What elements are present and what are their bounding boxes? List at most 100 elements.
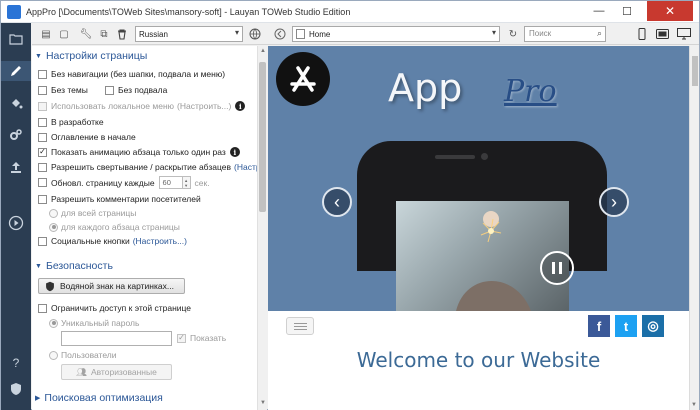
info-icon[interactable]: i xyxy=(229,147,240,157)
page-settings-header[interactable]: ▼ Настройки страницы xyxy=(35,50,147,62)
comments-each-paragraph-radio[interactable]: для каждого абзаца страницы xyxy=(49,222,180,232)
refresh-spinner[interactable]: ▲ ▼ xyxy=(182,176,191,189)
users-radio[interactable]: Пользователи xyxy=(49,350,116,360)
facebook-icon[interactable]: f xyxy=(588,315,610,337)
checkbox[interactable] xyxy=(38,303,47,313)
radio-button[interactable] xyxy=(49,350,58,360)
phone-speaker xyxy=(435,155,475,159)
no-footer-option[interactable]: Без подвала xyxy=(105,85,167,95)
info-icon[interactable]: i xyxy=(235,101,246,111)
checkbox[interactable] xyxy=(38,132,47,142)
checkbox[interactable] xyxy=(38,162,47,172)
checkbox[interactable] xyxy=(38,194,47,204)
show-password-option[interactable]: ✓ Показать xyxy=(177,333,226,343)
globe-icon[interactable] xyxy=(247,26,263,42)
collapse-option[interactable]: Разрешить свертывание / раскрытие абзаце… xyxy=(38,162,265,172)
close-button[interactable]: ✕ xyxy=(647,1,693,21)
scroll-thumb[interactable] xyxy=(259,62,266,212)
phone-view-icon[interactable] xyxy=(634,26,650,42)
hamburger-menu-button[interactable] xyxy=(286,317,314,335)
toc-option[interactable]: Оглавление в начале xyxy=(38,132,136,142)
app-window: AppPro [\Documents\TOWeb Sites\mansory-s… xyxy=(0,0,700,410)
comments-option[interactable]: Разрешить комментарии посетителей xyxy=(38,194,201,204)
desktop-view-icon[interactable] xyxy=(676,26,692,42)
animation-once-option[interactable]: ✓ Показать анимацию абзаца только один р… xyxy=(38,147,240,157)
refresh-option[interactable]: Обновл. страницу каждые 60 ▲ ▼ сек. xyxy=(38,176,210,189)
no-navigation-option[interactable]: Без навигации (без шапки, подвала и меню… xyxy=(38,69,225,79)
scroll-down-icon[interactable]: ▼ xyxy=(691,402,697,408)
play-circle-icon[interactable] xyxy=(6,213,26,233)
comments-whole-page-radio[interactable]: для всей страницы xyxy=(49,208,136,218)
instagram-icon[interactable]: ◎ xyxy=(642,315,664,337)
maximize-button[interactable]: ☐ xyxy=(613,1,641,21)
restrict-access-option[interactable]: Ограничить доступ к этой странице xyxy=(38,303,191,313)
option-label: Социальные кнопки xyxy=(51,236,130,246)
shield-icon[interactable] xyxy=(6,379,26,399)
scroll-up-icon[interactable]: ▲ xyxy=(259,48,267,56)
checkbox[interactable] xyxy=(38,101,47,111)
social-buttons-option[interactable]: Социальные кнопки (Настроить...) xyxy=(38,236,187,246)
collapse-triangle-icon: ▼ xyxy=(35,52,42,60)
checkbox[interactable] xyxy=(105,85,114,95)
seo-header[interactable]: ▶ Поисковая оптимизация xyxy=(35,392,163,404)
app-store-logo xyxy=(276,52,330,106)
scroll-thumb[interactable] xyxy=(692,56,698,86)
password-field[interactable] xyxy=(61,331,172,346)
option-label: Обновл. страницу каждые xyxy=(51,177,155,188)
checkbox[interactable] xyxy=(38,178,47,187)
gears-icon[interactable] xyxy=(6,125,26,145)
checkbox-checked[interactable]: ✓ xyxy=(177,333,186,343)
twitter-icon[interactable]: t xyxy=(615,315,637,337)
carousel-prev-button[interactable]: ‹ xyxy=(322,187,352,217)
back-icon[interactable] xyxy=(272,26,288,42)
in-development-option[interactable]: В разработке xyxy=(38,117,104,127)
checkbox[interactable] xyxy=(38,85,47,95)
folder-icon[interactable] xyxy=(6,29,26,49)
watermark-button[interactable]: Водяной знак на картинках... xyxy=(38,278,185,294)
unique-password-radio[interactable]: Уникальный пароль xyxy=(49,318,139,328)
trash-icon[interactable] xyxy=(114,26,130,42)
configure-link[interactable]: (Настроить...) xyxy=(133,236,187,246)
carousel-next-button[interactable]: › xyxy=(599,187,629,217)
new-page-icon[interactable]: ▢ xyxy=(56,26,72,42)
option-label: Показать xyxy=(190,333,227,343)
help-icon[interactable]: ? xyxy=(6,353,26,373)
edit-pencil-icon[interactable] xyxy=(1,61,31,81)
page-properties-icon[interactable]: ▤ xyxy=(38,26,54,42)
preview-scrollbar[interactable]: ▼ xyxy=(689,46,699,410)
checkbox[interactable] xyxy=(38,69,47,79)
tablet-view-icon[interactable] xyxy=(654,26,670,42)
local-menu-option[interactable]: Использовать локальное меню (Настроить..… xyxy=(38,101,246,111)
option-label: Использовать локальное меню xyxy=(51,101,175,111)
option-label: для всей страницы xyxy=(61,208,137,218)
scroll-down-icon[interactable]: ▼ xyxy=(259,400,267,408)
pause-button[interactable] xyxy=(540,251,574,285)
settings-scrollbar[interactable]: ▲ ▼ xyxy=(257,46,267,410)
search-input[interactable]: Поиск ⌕ xyxy=(524,26,606,42)
phone-camera xyxy=(481,153,488,160)
radio-button-selected[interactable] xyxy=(49,222,58,232)
authorized-users-button[interactable]: 👥︎ Авторизованные xyxy=(61,364,172,380)
url-select[interactable]: Home ▾ xyxy=(292,26,500,42)
checkbox[interactable] xyxy=(38,236,47,246)
copy-icon[interactable]: ⧉ xyxy=(96,26,112,42)
refresh-icon[interactable]: ↻ xyxy=(505,26,521,42)
wrench-icon[interactable]: 🔧︎ xyxy=(78,26,94,42)
option-label: Показать анимацию абзаца только один раз xyxy=(51,147,226,157)
checkbox-checked[interactable]: ✓ xyxy=(38,147,47,157)
refresh-seconds-input[interactable]: 60 xyxy=(158,176,183,189)
checkbox[interactable] xyxy=(38,117,47,127)
language-select[interactable]: Russian ▾ xyxy=(135,26,243,42)
option-label: Пользователи xyxy=(61,350,117,360)
app-title: App xyxy=(388,66,463,110)
radio-button[interactable] xyxy=(49,208,58,218)
minimize-button[interactable]: — xyxy=(585,1,613,21)
no-theme-option[interactable]: Без темы xyxy=(38,85,88,95)
security-header[interactable]: ▼ Безопасность xyxy=(35,260,113,272)
paint-bucket-icon[interactable] xyxy=(6,93,26,113)
configure-link[interactable]: (Настроить...) xyxy=(177,101,231,111)
radio-button-selected[interactable] xyxy=(49,318,58,328)
chevron-down-icon: ▾ xyxy=(491,28,496,37)
search-icon: ⌕ xyxy=(596,28,602,38)
upload-icon[interactable] xyxy=(6,157,26,177)
